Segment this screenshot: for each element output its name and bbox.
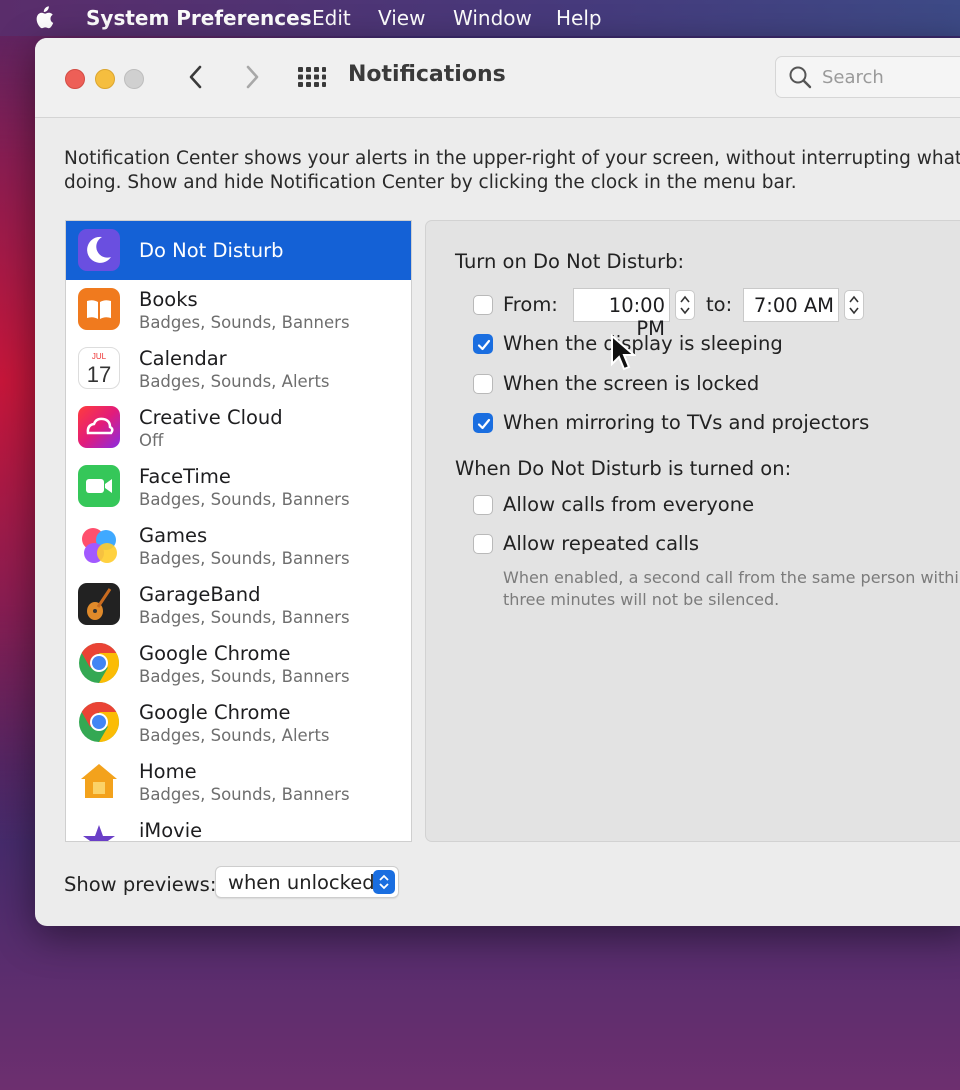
list-item-calendar[interactable]: JUL 17 Calendar Badges, Sounds, Alerts — [66, 339, 411, 398]
app-subtitle: Badges, Sounds, Banners — [139, 785, 350, 804]
from-checkbox[interactable] — [473, 295, 493, 315]
apple-menu-icon[interactable] — [32, 6, 54, 30]
show-previews-label: Show previews: — [64, 873, 217, 896]
app-subtitle: Off — [139, 431, 164, 450]
dnd-on-heading: When Do Not Disturb is turned on: — [455, 457, 792, 480]
garageband-icon — [78, 583, 120, 625]
list-item-garageband[interactable]: GarageBand Badges, Sounds, Banners — [66, 575, 411, 634]
description-text: Notification Center shows your alerts in… — [64, 147, 960, 195]
from-time-field[interactable]: 10:00 PM — [573, 288, 670, 340]
list-item-home[interactable]: Home Badges, Sounds, Banners — [66, 752, 411, 811]
games-icon — [82, 528, 117, 563]
close-button[interactable] — [65, 69, 85, 89]
search-placeholder: Search — [822, 67, 884, 88]
to-time-stepper[interactable] — [844, 290, 864, 320]
to-label: to: — [706, 293, 733, 316]
app-name: Calendar — [139, 347, 227, 370]
app-subtitle: Badges, Sounds, Alerts — [139, 372, 330, 391]
checkmark-icon — [477, 418, 491, 430]
display-sleeping-label: When the display is sleeping — [503, 332, 783, 355]
mirroring-label: When mirroring to TVs and projectors — [503, 411, 870, 434]
forward-arrow-icon[interactable] — [239, 62, 265, 92]
app-name: Google Chrome — [139, 642, 291, 665]
app-name: Home — [139, 760, 197, 783]
creative-cloud-icon — [78, 406, 120, 448]
app-name: Do Not Disturb — [139, 239, 284, 262]
screen-locked-checkbox[interactable] — [473, 374, 493, 394]
show-all-grid-icon[interactable] — [298, 67, 326, 87]
stepper-arrows-icon — [849, 295, 859, 315]
back-arrow-icon[interactable] — [183, 62, 209, 92]
chrome-icon — [79, 643, 119, 683]
repeated-calls-note-2: three minutes will not be silenced. — [503, 590, 780, 609]
window-title: Notifications — [348, 62, 506, 87]
list-item-imovie[interactable]: iMovie — [66, 811, 411, 842]
calendar-icon-day: 17 — [87, 362, 111, 387]
home-icon — [81, 764, 117, 798]
calendar-icon-month: JUL — [92, 352, 107, 361]
app-subtitle: Badges, Sounds, Banners — [139, 549, 350, 568]
dnd-heading: Turn on Do Not Disturb: — [455, 250, 685, 273]
allow-everyone-checkbox[interactable] — [473, 495, 493, 515]
repeated-calls-checkbox[interactable] — [473, 534, 493, 554]
app-list[interactable]: Do Not Disturb Books Badges, Sounds, Ban… — [65, 220, 412, 842]
from-label: From: — [503, 293, 558, 316]
repeated-calls-label: Allow repeated calls — [503, 532, 700, 555]
app-name: Books — [139, 288, 198, 311]
menu-edit[interactable]: Edit — [312, 6, 351, 30]
from-time-stepper[interactable] — [675, 290, 695, 320]
app-subtitle: Badges, Sounds, Banners — [139, 667, 350, 686]
menu-window[interactable]: Window — [453, 6, 532, 30]
popup-arrows-icon — [373, 870, 395, 894]
search-icon — [789, 66, 812, 89]
chrome-icon — [79, 702, 119, 742]
calendar-icon: JUL 17 — [78, 347, 120, 389]
app-name: Google Chrome — [139, 701, 291, 724]
menu-help[interactable]: Help — [556, 6, 602, 30]
list-item-do-not-disturb[interactable]: Do Not Disturb — [66, 221, 411, 280]
app-subtitle: Badges, Sounds, Banners — [139, 313, 350, 332]
list-item-games[interactable]: Games Badges, Sounds, Banners — [66, 516, 411, 575]
list-item-google-chrome[interactable]: Google Chrome Badges, Sounds, Banners — [66, 634, 411, 693]
list-item-creative-cloud[interactable]: Creative Cloud Off — [66, 398, 411, 457]
list-item-google-chrome-2[interactable]: Google Chrome Badges, Sounds, Alerts — [66, 693, 411, 752]
app-subtitle: Badges, Sounds, Alerts — [139, 726, 330, 745]
app-subtitle: Badges, Sounds, Banners — [139, 608, 350, 627]
app-subtitle: Badges, Sounds, Banners — [139, 490, 350, 509]
window-toolbar: Notifications Search — [35, 38, 960, 118]
app-name: Games — [139, 524, 208, 547]
allow-everyone-label: Allow calls from everyone — [503, 493, 755, 516]
do-not-disturb-panel: Turn on Do Not Disturb: From: 10:00 PM t… — [425, 220, 960, 842]
menu-app-name[interactable]: System Preferences — [86, 6, 312, 30]
show-previews-value: when unlocked — [228, 871, 375, 894]
imovie-icon — [83, 825, 115, 841]
search-field[interactable]: Search — [775, 56, 960, 98]
list-item-books[interactable]: Books Badges, Sounds, Banners — [66, 280, 411, 339]
repeated-calls-note-1: When enabled, a second call from the sam… — [503, 568, 960, 587]
checkmark-icon — [477, 339, 491, 351]
app-name: Creative Cloud — [139, 406, 283, 429]
menu-view[interactable]: View — [378, 6, 425, 30]
app-name: GarageBand — [139, 583, 261, 606]
menu-bar: System Preferences Edit View Window Help — [0, 0, 960, 36]
app-name: iMovie — [139, 819, 203, 842]
app-name: FaceTime — [139, 465, 231, 488]
description-line-1: Notification Center shows your alerts in… — [64, 148, 960, 169]
mouse-cursor-icon — [611, 334, 636, 371]
minimize-button[interactable] — [95, 69, 115, 89]
zoom-button[interactable] — [124, 69, 144, 89]
to-time-field[interactable]: 7:00 AM — [743, 288, 839, 322]
screen-locked-label: When the screen is locked — [503, 372, 760, 395]
moon-icon — [78, 229, 120, 271]
mirroring-checkbox[interactable] — [473, 413, 493, 433]
display-sleeping-checkbox[interactable] — [473, 334, 493, 354]
description-line-2: doing. Show and hide Notification Center… — [64, 172, 797, 193]
facetime-icon — [78, 465, 120, 507]
show-previews-popup[interactable]: when unlocked — [215, 866, 399, 898]
list-item-facetime[interactable]: FaceTime Badges, Sounds, Banners — [66, 457, 411, 516]
stepper-arrows-icon — [680, 295, 690, 315]
preferences-window: Notifications Search Notification Center… — [35, 38, 960, 926]
books-icon — [78, 288, 120, 330]
